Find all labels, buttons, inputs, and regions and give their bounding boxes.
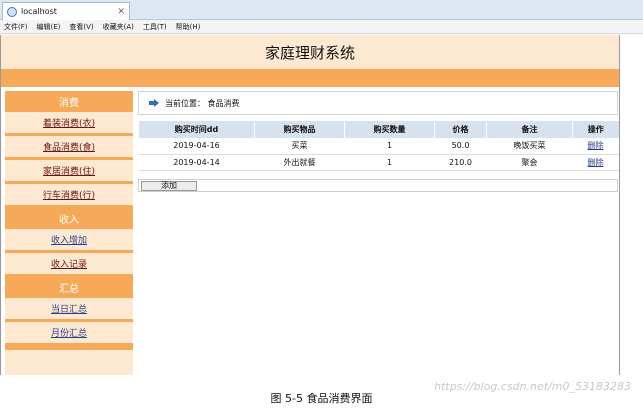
menu-tools[interactable]: 工具(T) <box>143 22 167 32</box>
arrow-right-icon <box>149 99 159 107</box>
cell-note: 聚会 <box>486 154 573 171</box>
header-note: 备注 <box>486 121 573 138</box>
sidebar-link-daily-summary[interactable]: 当日汇总 <box>51 302 87 315</box>
cell-date: 2019-04-14 <box>138 154 255 171</box>
cell-price: 210.0 <box>434 154 487 171</box>
app-window: 家庭理财系统 消费 着装消费(衣) 食品消费(食) 家居消费(住) 行车消费(行… <box>0 35 620 375</box>
sidebar-link-income-add[interactable]: 收入增加 <box>51 233 87 246</box>
sidebar-item-daily-summary[interactable]: 当日汇总 <box>5 298 133 322</box>
menu-file[interactable]: 文件(F) <box>4 22 28 32</box>
menu-help[interactable]: 帮助(H) <box>176 22 201 32</box>
menu-view[interactable]: 查看(V) <box>69 22 93 32</box>
browser-tab-bar: localhost ✕ <box>0 0 643 20</box>
sidebar: 消费 着装消费(衣) 食品消费(食) 家居消费(住) 行车消费(行) 收入 收入… <box>5 91 133 375</box>
sidebar-item-home[interactable]: 家居消费(住) <box>5 160 133 184</box>
cell-item: 买菜 <box>254 138 345 155</box>
cell-item: 外出就餐 <box>254 154 345 171</box>
delete-link[interactable]: 删除 <box>588 158 604 167</box>
header-price: 价格 <box>434 121 487 138</box>
sidebar-link-food[interactable]: 食品消费(食) <box>43 140 95 153</box>
banner-strip <box>1 69 619 87</box>
add-button[interactable]: 添加 <box>141 180 197 191</box>
menu-edit[interactable]: 编辑(E) <box>37 22 61 32</box>
browser-menu-bar: 文件(F) 编辑(E) 查看(V) 收藏夹(A) 工具(T) 帮助(H) <box>0 20 643 34</box>
table-header-row: 购买时间dd 购买物品 购买数量 价格 备注 操作 <box>138 121 619 138</box>
sidebar-section-income: 收入 <box>5 208 133 229</box>
sidebar-item-income-add[interactable]: 收入增加 <box>5 229 133 253</box>
sidebar-link-home[interactable]: 家居消费(住) <box>43 164 95 177</box>
cell-date: 2019-04-16 <box>138 138 255 155</box>
sidebar-link-monthly-summary[interactable]: 月份汇总 <box>51 326 87 339</box>
browser-tab[interactable]: localhost ✕ <box>2 2 130 20</box>
sidebar-section-consumption: 消费 <box>5 91 133 112</box>
header-action: 操作 <box>572 121 619 138</box>
sidebar-item-food[interactable]: 食品消费(食) <box>5 136 133 160</box>
table-row: 2019-04-16 买菜 1 50.0 晚饭买菜 删除 <box>138 138 619 155</box>
table-row: 2019-04-14 外出就餐 1 210.0 聚会 删除 <box>138 154 619 171</box>
header-quantity: 购买数量 <box>344 121 435 138</box>
menu-favorites[interactable]: 收藏夹(A) <box>103 22 134 32</box>
app-banner: 家庭理财系统 <box>1 35 619 69</box>
sidebar-tail <box>5 346 133 350</box>
add-toolbar: 添加 <box>138 178 618 192</box>
main-content: 当前位置： 食品消费 购买时间dd 购买物品 购买数量 价格 备注 操作 201… <box>138 91 619 375</box>
header-date: 购买时间dd <box>138 121 255 138</box>
breadcrumb-text: 当前位置： 食品消费 <box>165 98 240 108</box>
sidebar-section-summary: 汇总 <box>5 277 133 298</box>
delete-link[interactable]: 删除 <box>588 141 604 150</box>
browser-tab-label: localhost <box>21 7 57 16</box>
cell-quantity: 1 <box>344 154 435 171</box>
sidebar-link-travel[interactable]: 行车消费(行) <box>43 188 95 201</box>
cell-quantity: 1 <box>344 138 435 155</box>
cell-action: 删除 <box>572 138 619 155</box>
breadcrumb: 当前位置： 食品消费 <box>138 91 618 115</box>
header-item: 购买物品 <box>254 121 345 138</box>
cell-note: 晚饭买菜 <box>486 138 573 155</box>
sidebar-link-income-records[interactable]: 收入记录 <box>51 257 87 270</box>
sidebar-item-income-records[interactable]: 收入记录 <box>5 253 133 277</box>
ie-favicon-icon <box>7 6 17 17</box>
cell-action: 删除 <box>572 154 619 171</box>
app-title: 家庭理财系统 <box>264 43 355 62</box>
sidebar-link-clothing[interactable]: 着装消费(衣) <box>43 116 95 129</box>
sidebar-item-travel[interactable]: 行车消费(行) <box>5 184 133 208</box>
cell-price: 50.0 <box>434 138 487 155</box>
sidebar-item-monthly-summary[interactable]: 月份汇总 <box>5 322 133 346</box>
sidebar-item-clothing[interactable]: 着装消费(衣) <box>5 112 133 136</box>
close-tab-icon[interactable]: ✕ <box>117 7 125 17</box>
figure-caption: 图 5-5 食品消费界面 <box>270 392 373 405</box>
food-expense-table: 购买时间dd 购买物品 购买数量 价格 备注 操作 2019-04-16 买菜 … <box>138 121 619 171</box>
